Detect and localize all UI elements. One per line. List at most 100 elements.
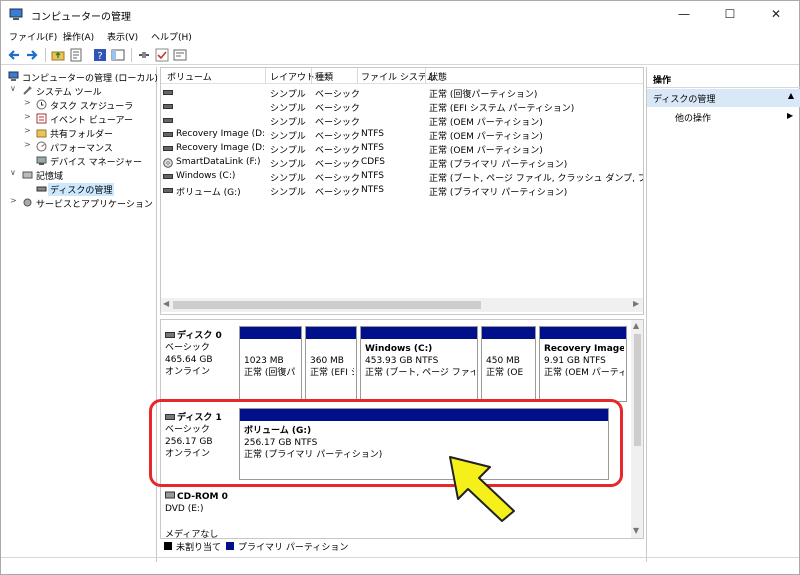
legend: 未割り当て プライマリ パーティション	[160, 539, 644, 553]
partition-recovery[interactable]: 1023 MB 正常 (回復パ	[239, 326, 302, 402]
cell-layout: シンプル	[270, 174, 306, 184]
expander[interactable]: >	[24, 98, 34, 107]
performance-icon	[36, 141, 47, 152]
tree-item-disk-management[interactable]: ディスクの管理	[24, 182, 154, 196]
tools-icon	[23, 86, 32, 95]
tree-item-computer-management[interactable]: コンピューターの管理 (ローカル)	[4, 70, 158, 84]
tree-item-shared-folders[interactable]: > 共有フォルダー	[24, 126, 154, 140]
scroll-right-icon[interactable]: ▶	[633, 299, 639, 308]
minimize-button[interactable]: —	[661, 1, 707, 27]
column-divider[interactable]	[311, 68, 312, 84]
up-folder-icon[interactable]	[51, 48, 65, 62]
tree-item-performance[interactable]: > パフォーマンス	[24, 140, 154, 154]
expander[interactable]: ∨	[10, 84, 20, 93]
partition-status: 正常 (ブート, ページ ファイル, ク	[365, 368, 475, 378]
column-header-type[interactable]: 種類	[315, 70, 333, 83]
help-icon[interactable]: ?	[93, 48, 107, 62]
submenu-arrow-icon[interactable]: ▶	[787, 111, 793, 120]
partition-status: 正常 (OEM パーティ	[544, 368, 624, 378]
table-row[interactable]: Recovery Image (D:) シンプル ベーシック NTFS 正常 (…	[161, 142, 643, 156]
column-divider[interactable]	[265, 68, 266, 84]
menu-view[interactable]: 表示(V)	[107, 30, 138, 43]
cell-volume: Windows (C:)	[176, 171, 236, 181]
disk-0-size: 465.64 GB	[165, 355, 213, 365]
table-row[interactable]: シンプル ベーシック 正常 (EFI システム パーティション)	[161, 100, 643, 114]
table-row[interactable]: シンプル ベーシック 正常 (回復パーティション)	[161, 86, 643, 100]
expander[interactable]: >	[24, 126, 34, 135]
partition-text: Recovery Image ( 9.91 GB NTFS 正常 (OEM パー…	[544, 343, 624, 379]
menu-help[interactable]: ヘルプ(H)	[151, 30, 192, 43]
actions-section-disk-management[interactable]: ディスクの管理 ▲	[647, 89, 800, 107]
more-actions-item[interactable]: 他の操作	[675, 111, 711, 124]
expander[interactable]: >	[10, 196, 20, 205]
actions-section-label: ディスクの管理	[653, 95, 716, 105]
back-icon[interactable]	[7, 48, 21, 62]
tree-item-label: コンピューターの管理 (ローカル)	[22, 74, 158, 84]
connect-icon[interactable]	[137, 48, 151, 62]
cell-layout: シンプル	[270, 118, 306, 128]
forward-icon[interactable]	[25, 48, 39, 62]
options-icon[interactable]	[173, 48, 187, 62]
scroll-up-icon[interactable]: ▲	[633, 321, 639, 330]
tree-item-label: ディスクの管理	[48, 183, 115, 196]
partition-text: 360 MB 正常 (EFI シ	[310, 343, 354, 379]
cell-type: ベーシック	[315, 160, 360, 170]
column-divider[interactable]	[357, 68, 358, 84]
tree-item-label: パフォーマンス	[50, 144, 113, 154]
expander[interactable]: >	[24, 112, 34, 121]
column-divider[interactable]	[425, 68, 426, 84]
cell-status: 正常 (EFI システム パーティション)	[429, 104, 575, 114]
cdrom-0-info[interactable]: CD-ROM 0 DVD (E:) メディアなし	[165, 491, 228, 538]
cell-status: 正常 (プライマリ パーティション)	[429, 160, 568, 170]
title-bar: コンピューターの管理 — ☐ ✕	[1, 1, 799, 27]
tree-item-storage[interactable]: ∨ 記憶域	[10, 168, 154, 182]
table-row[interactable]: シンプル ベーシック 正常 (OEM パーティション)	[161, 114, 643, 128]
status-bar	[1, 557, 799, 574]
table-row[interactable]: Windows (C:) シンプル ベーシック NTFS 正常 (ブート, ペー…	[161, 170, 643, 184]
tree-item-event-viewer[interactable]: > イベント ビューアー	[24, 112, 154, 126]
cell-type: ベーシック	[315, 132, 360, 142]
properties-icon[interactable]	[69, 48, 83, 62]
tree-item-system-tools[interactable]: ∨ システム ツール	[10, 84, 154, 98]
partition-bar	[540, 327, 626, 339]
tree-item-services-and-applications[interactable]: > サービスとアプリケーション	[10, 196, 154, 210]
storage-icon	[22, 171, 33, 179]
scroll-down-icon[interactable]: ▼	[633, 526, 639, 535]
maximize-button[interactable]: ☐	[707, 1, 753, 27]
expander[interactable]: >	[24, 140, 34, 149]
cell-file-system: NTFS	[361, 171, 384, 181]
tree-item-device-manager[interactable]: デバイス マネージャー	[24, 154, 154, 168]
scroll-thumb[interactable]	[173, 301, 481, 309]
volume-list-header: ボリューム レイアウト 種類 ファイル システム 状態	[161, 68, 643, 84]
table-row[interactable]: ボリューム (G:) シンプル ベーシック NTFS 正常 (プライマリ パーテ…	[161, 184, 643, 198]
vertical-scrollbar[interactable]: ▲ ▼	[631, 320, 643, 538]
table-row[interactable]: SmartDataLink (F:) シンプル ベーシック CDFS 正常 (プ…	[161, 156, 643, 170]
close-button[interactable]: ✕	[753, 1, 799, 27]
actions-header: 操作	[647, 70, 800, 88]
partition-bar	[306, 327, 356, 339]
collapse-icon[interactable]: ▲	[788, 91, 794, 100]
partition-oem[interactable]: 450 MB 正常 (OE	[481, 326, 536, 402]
partition-windows-c[interactable]: Windows (C:) 453.93 GB NTFS 正常 (ブート, ページ…	[360, 326, 478, 402]
partition-recovery-image[interactable]: Recovery Image ( 9.91 GB NTFS 正常 (OEM パー…	[539, 326, 627, 402]
column-header-layout[interactable]: レイアウト	[270, 70, 315, 83]
expander[interactable]: ∨	[10, 168, 20, 177]
legend-primary-label: プライマリ パーティション	[238, 543, 349, 553]
cell-type: ベーシック	[315, 188, 360, 198]
console-tree-icon[interactable]	[111, 48, 125, 62]
disk-0-info[interactable]: ディスク 0 ベーシック 465.64 GB オンライン	[165, 330, 222, 378]
tree-item-label: サービスとアプリケーション	[36, 200, 153, 210]
scroll-left-icon[interactable]: ◀	[163, 299, 169, 308]
column-header-volume[interactable]: ボリューム	[167, 70, 212, 83]
check-icon[interactable]	[155, 48, 169, 62]
column-header-status[interactable]: 状態	[429, 70, 447, 83]
menu-action[interactable]: 操作(A)	[63, 30, 94, 43]
tree-item-task-scheduler[interactable]: > タスク スケジューラ	[24, 98, 154, 112]
scroll-thumb[interactable]	[634, 334, 641, 446]
table-row[interactable]: Recovery Image (D:) シンプル ベーシック NTFS 正常 (…	[161, 128, 643, 142]
partition-efi[interactable]: 360 MB 正常 (EFI シ	[305, 326, 357, 402]
console-tree: コンピューターの管理 (ローカル) ∨ システム ツール > タスク スケジュー…	[2, 67, 158, 562]
horizontal-scrollbar[interactable]: ◀ ▶	[161, 298, 643, 312]
pointer-arrow-icon	[449, 456, 515, 522]
menu-file[interactable]: ファイル(F)	[9, 30, 57, 43]
